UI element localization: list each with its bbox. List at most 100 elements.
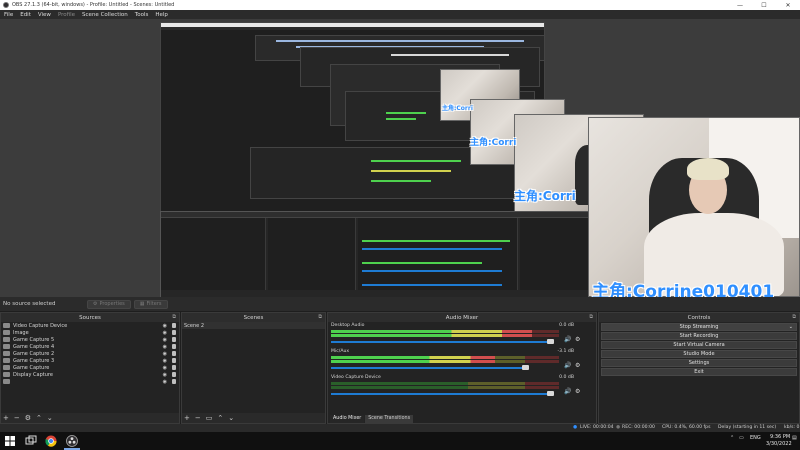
undock-icon[interactable]: ⧉ [792, 314, 796, 320]
clock-date[interactable]: 3/30/2022 [766, 441, 792, 447]
vu-meter-level [331, 334, 532, 337]
speaker-icon[interactable]: 🔊 [564, 388, 571, 395]
windows-start-icon[interactable] [5, 436, 15, 446]
lock-icon[interactable] [172, 351, 176, 356]
start-recording-button[interactable]: Start Recording [601, 332, 797, 340]
move-up-button[interactable]: ⌃ [36, 414, 42, 422]
tab-audio-mixer[interactable]: Audio Mixer [330, 415, 365, 423]
speaker-icon[interactable]: 🔊 [564, 362, 571, 369]
lock-icon[interactable] [172, 358, 176, 363]
scene-item[interactable]: Scene 2 [182, 322, 325, 329]
tray-chevron-up-icon[interactable]: ⌃ [730, 435, 734, 441]
filter-icon: ▦ [139, 301, 145, 307]
stop-streaming-button[interactable]: Stop Streaming ⌄ [601, 323, 797, 331]
overlay-text: 主角:Corrine010401 [592, 282, 775, 297]
menu-scene-collection[interactable]: Scene Collection [82, 12, 128, 18]
source-item[interactable]: Display Capture ◉ [1, 371, 179, 378]
settings-button[interactable]: Settings [601, 359, 797, 367]
clock-time[interactable]: 9:36 PM [770, 434, 790, 440]
obs-window: OBS 27.1.3 (64-bit, windows) - Profile: … [0, 0, 800, 450]
lock-icon[interactable] [172, 372, 176, 377]
volume-slider-knob[interactable] [547, 391, 554, 396]
gamepad-icon [3, 379, 10, 384]
channel-gear-icon[interactable]: ⚙ [575, 362, 580, 369]
properties-button[interactable]: ⚙ Properties [87, 299, 131, 309]
chrome-icon[interactable] [45, 435, 57, 447]
menu-bar: File Edit View Profile Scene Collection … [0, 10, 800, 19]
undock-icon[interactable]: ⧉ [172, 314, 176, 320]
gear-icon: ⚙ [93, 301, 98, 307]
volume-slider-knob[interactable] [522, 365, 529, 370]
source-settings-gear-icon[interactable]: ⚙ [25, 414, 31, 422]
volume-slider-track[interactable] [331, 367, 527, 369]
speaker-icon[interactable]: 🔊 [564, 336, 571, 343]
move-down-button[interactable]: ⌄ [47, 414, 53, 422]
task-view-icon[interactable] [25, 435, 37, 447]
source-item[interactable]: Image ◉ [1, 329, 179, 336]
minimize-button[interactable]: — [728, 0, 752, 10]
vu-meter [331, 382, 559, 385]
menu-help[interactable]: Help [155, 12, 168, 18]
title-bar: OBS 27.1.3 (64-bit, windows) - Profile: … [0, 0, 800, 10]
preview-canvas[interactable]: 主角:Corri 主角:Corri 主角:Corri 主角:Corrine010… [0, 19, 800, 297]
add-source-button[interactable]: + [3, 414, 9, 422]
volume-slider-track[interactable] [331, 393, 552, 395]
maximize-button[interactable]: ☐ [752, 0, 776, 10]
source-item[interactable]: Game Capture 4 ◉ [1, 343, 179, 350]
studio-mode-button[interactable]: Studio Mode [601, 350, 797, 358]
start-virtual-camera-button[interactable]: Start Virtual Camera [601, 341, 797, 349]
menu-edit[interactable]: Edit [20, 12, 31, 18]
network-icon[interactable]: ▭ [739, 435, 744, 441]
lock-icon[interactable] [172, 337, 176, 342]
sources-toolbar: + − ⚙ ⌃ ⌄ [1, 413, 179, 423]
channel-name: Desktop Audio [331, 323, 365, 328]
lock-icon[interactable] [172, 330, 176, 335]
undock-icon[interactable]: ⧉ [589, 314, 593, 320]
channel-gear-icon[interactable]: ⚙ [575, 388, 580, 395]
filters-button[interactable]: ▦ Filters [133, 299, 168, 309]
source-item[interactable]: Game Capture 3 ◉ [1, 357, 179, 364]
volume-slider-knob[interactable] [547, 339, 554, 344]
lock-icon[interactable] [172, 344, 176, 349]
lock-icon[interactable] [172, 323, 176, 328]
menu-file[interactable]: File [4, 12, 13, 18]
remove-scene-button[interactable]: − [195, 414, 201, 422]
vu-meter [331, 386, 559, 389]
nested-obs-ui [160, 211, 590, 297]
mixer-channels: Desktop Audio 0.0 dB 🔊 ⚙ Mic/Aux -3.1 dB 🔊 ⚙ Vid… [328, 322, 596, 400]
add-scene-button[interactable]: + [184, 414, 190, 422]
move-down-button[interactable]: ⌄ [228, 414, 234, 422]
exit-button[interactable]: Exit [601, 368, 797, 376]
image-icon [3, 330, 10, 335]
menu-view[interactable]: View [38, 12, 51, 18]
sources-dock: Sources ⧉ Video Capture Device ◉ Image ◉ Gam… [0, 312, 180, 424]
channel-db: 0.0 dB [559, 375, 574, 380]
undock-icon[interactable]: ⧉ [318, 314, 322, 320]
chevron-down-icon[interactable]: ⌄ [789, 324, 793, 330]
language-indicator[interactable]: ENG [750, 435, 761, 441]
close-button[interactable]: ✕ [776, 0, 800, 10]
audio-mixer-dock: Audio Mixer ⧉ Desktop Audio 0.0 dB 🔊 ⚙ Mic/A… [327, 312, 597, 424]
source-item[interactable]: Game Capture 5 ◉ [1, 336, 179, 343]
obs-taskbar-icon[interactable] [66, 435, 78, 447]
visibility-eye-icon[interactable]: ◉ [163, 379, 167, 385]
gamepad-icon [3, 344, 10, 349]
volume-slider-track[interactable] [331, 341, 552, 343]
move-up-button[interactable]: ⌃ [217, 414, 223, 422]
notification-icon[interactable]: ▤ [792, 435, 797, 441]
remove-source-button[interactable]: − [14, 414, 20, 422]
source-item[interactable]: Game Capture ◉ [1, 364, 179, 371]
delay-status: Delay (starting in 11 sec) [718, 425, 777, 430]
lock-icon[interactable] [172, 379, 176, 384]
source-item[interactable]: Video Capture Device ◉ [1, 322, 179, 329]
scene-filter-button[interactable]: ▭ [206, 414, 213, 422]
cpu-usage: CPU: 0.4%, 60.00 fps [662, 425, 711, 430]
menu-profile[interactable]: Profile [58, 12, 75, 18]
source-item[interactable]: Game Capture 2 ◉ [1, 350, 179, 357]
tab-scene-transitions[interactable]: Scene Transitions [365, 415, 414, 423]
gamepad-icon [3, 365, 10, 370]
source-item[interactable]: ◉ [1, 378, 179, 385]
channel-gear-icon[interactable]: ⚙ [575, 336, 580, 343]
menu-tools[interactable]: Tools [135, 12, 149, 18]
lock-icon[interactable] [172, 365, 176, 370]
